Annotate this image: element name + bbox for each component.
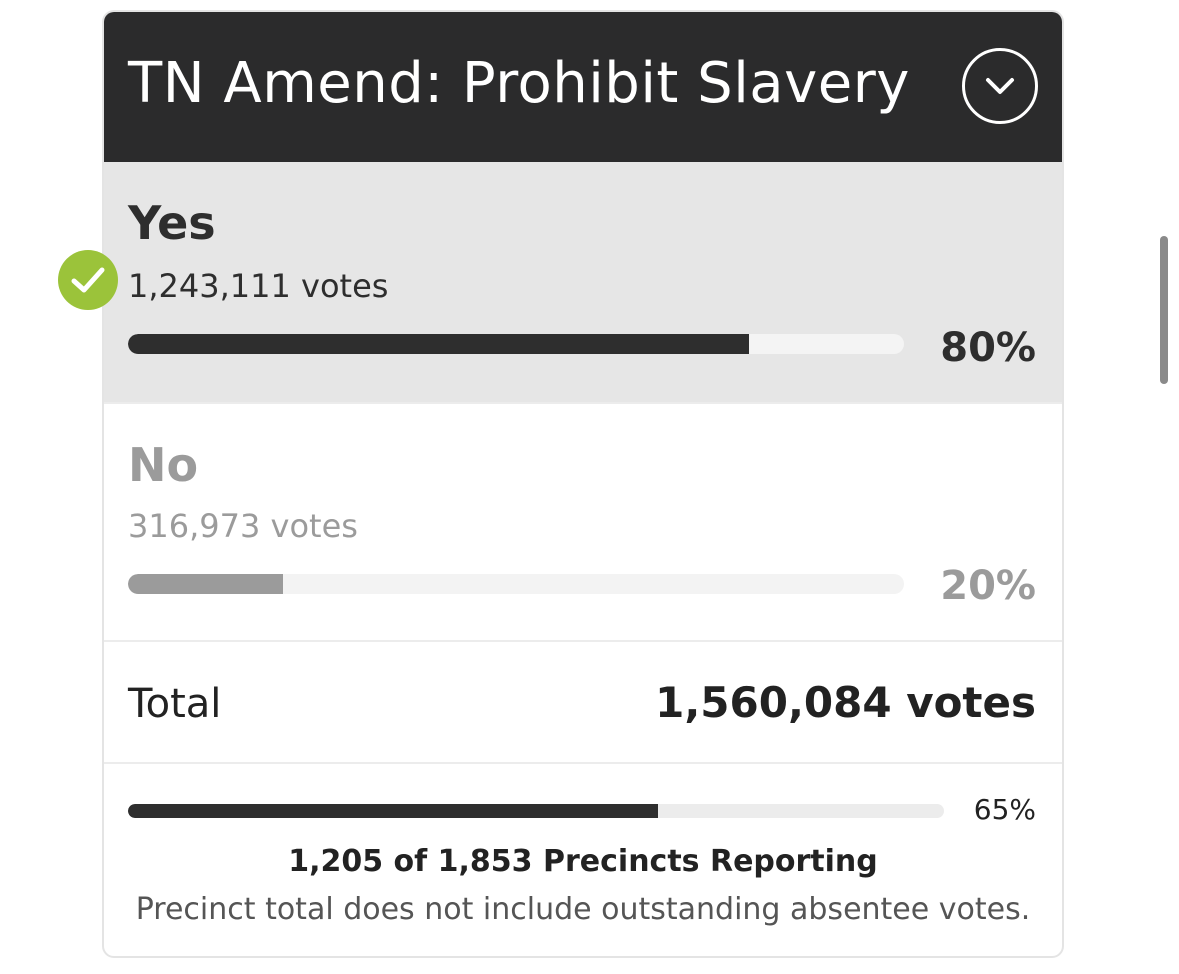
option-votes: 316,973 votes xyxy=(128,507,358,545)
chevron-down-icon xyxy=(986,78,1014,94)
precincts-note: Precinct total does not include outstand… xyxy=(135,892,1031,927)
option-percent: 80% xyxy=(940,325,1036,371)
vote-share-bar-fill xyxy=(128,334,749,354)
precincts-percent: 65% xyxy=(973,793,1036,826)
precincts-progress-fill xyxy=(128,804,659,818)
vote-share-bar xyxy=(128,334,904,354)
race-card: TN Amend: Prohibit Slavery Yes 1,243,111… xyxy=(102,10,1064,958)
vote-share-bar-fill xyxy=(128,574,284,594)
vote-share-bar xyxy=(128,574,904,594)
precincts-reporting: 1,205 of 1,853 Precincts Reporting xyxy=(288,844,878,879)
option-percent: 20% xyxy=(940,563,1036,609)
expand-toggle-button[interactable] xyxy=(962,48,1038,124)
race-header[interactable]: TN Amend: Prohibit Slavery xyxy=(104,12,1062,162)
precincts-progress-bar xyxy=(128,804,944,818)
total-row: Total 1,560,084 votes xyxy=(104,642,1062,764)
option-name: No xyxy=(128,438,199,492)
total-votes: 1,560,084 votes xyxy=(655,678,1036,727)
race-title: TN Amend: Prohibit Slavery xyxy=(128,51,910,116)
checkmark-icon xyxy=(71,267,105,293)
page-scrollbar[interactable] xyxy=(1160,236,1168,384)
option-name: Yes xyxy=(128,196,216,250)
total-label: Total xyxy=(128,681,222,727)
option-row-yes: Yes 1,243,111 votes 80% xyxy=(104,162,1062,404)
option-votes: 1,243,111 votes xyxy=(128,267,389,305)
option-row-no: No 316,973 votes 20% xyxy=(104,404,1062,642)
winner-badge xyxy=(58,250,118,310)
precincts-section: 65% 1,205 of 1,853 Precincts Reporting P… xyxy=(104,764,1062,954)
